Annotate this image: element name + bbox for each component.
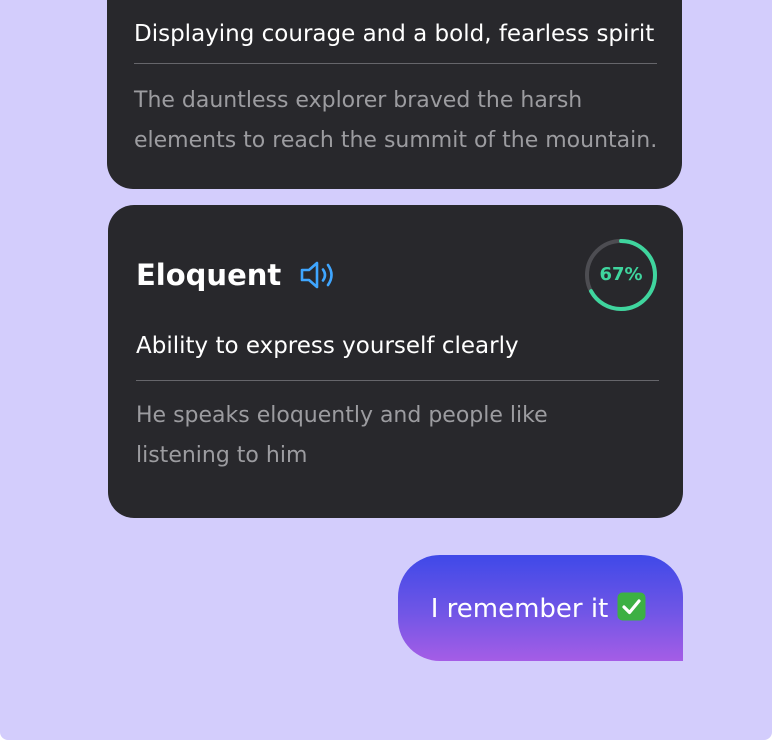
example-text: The dauntless explorer braved the harsh … xyxy=(134,81,657,161)
definition-text: Ability to express yourself clearly xyxy=(136,333,519,359)
divider xyxy=(136,380,659,381)
example-line-1: The dauntless explorer braved the harsh xyxy=(134,88,583,113)
word-title: Eloquent xyxy=(136,258,282,292)
reply-text: I remember it xyxy=(431,592,647,624)
check-mark-icon xyxy=(617,592,646,621)
reply-bubble: I remember it xyxy=(398,555,683,661)
word-card: Eloquent 67% Ability to express yourself… xyxy=(108,205,683,518)
progress-ring: 67% xyxy=(584,238,658,312)
chat-panel: Displaying courage and a bold, fearless … xyxy=(0,0,772,740)
definition-text: Displaying courage and a bold, fearless … xyxy=(134,21,655,47)
divider xyxy=(134,63,657,64)
example-line-2: elements to reach the summit of the moun… xyxy=(134,128,658,153)
example-line-2: listening to him xyxy=(136,443,308,468)
example-text: He speaks eloquently and people like lis… xyxy=(136,396,548,476)
example-line-1: He speaks eloquently and people like xyxy=(136,403,548,428)
word-card-previous: Displaying courage and a bold, fearless … xyxy=(107,0,682,189)
speaker-icon[interactable] xyxy=(299,259,339,291)
word-header: Eloquent xyxy=(136,255,339,295)
progress-label: 67% xyxy=(599,264,643,285)
